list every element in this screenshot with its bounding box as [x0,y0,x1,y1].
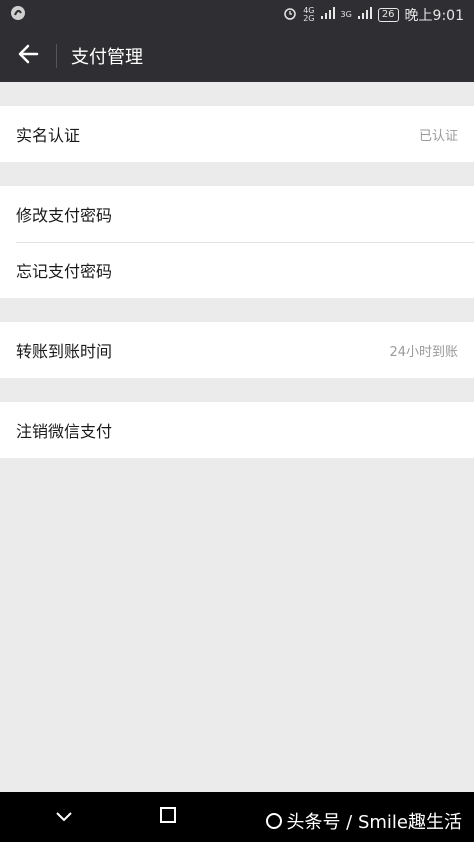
network-type-bottom: 2G [303,14,315,23]
row-label: 注销微信支付 [16,422,113,441]
status-bar-left [10,5,26,25]
nav-recents-button[interactable] [128,792,208,842]
circle-icon [266,813,283,829]
row-value: 已认证 [418,128,458,144]
group-deactivate: 注销微信支付 [0,402,474,458]
page-title: 支付管理 [71,47,143,68]
row-transfer-arrival-time[interactable]: 转账到账时间 24小时到账 [0,322,474,378]
back-button[interactable] [0,30,56,82]
row-deactivate-wechat-pay[interactable]: 注销微信支付 [0,402,474,458]
status-bar: 4G 2G 3G 26 晚上9:01 [0,0,474,30]
row-change-payment-password[interactable]: 修改支付密码 [0,186,474,242]
row-label: 忘记支付密码 [16,262,113,281]
row-label: 实名认证 [16,126,81,145]
row-label: 修改支付密码 [16,206,113,225]
battery-icon: 26 [377,8,399,22]
row-value: 24小时到账 [389,344,458,360]
app-bar: 支付管理 [0,30,474,82]
alarm-icon [283,6,297,24]
status-time: 晚上9:01 [404,8,464,24]
group-verification: 实名认证 已认证 [0,106,474,162]
network-type-3g: 3G [340,10,352,19]
group-transfer: 转账到账时间 24小时到账 [0,322,474,378]
signal-icon-2 [357,7,372,23]
row-real-name-verification[interactable]: 实名认证 已认证 [0,106,474,162]
watermark-text: 头条号 / Smile趣生活 [286,812,462,833]
arrow-left-icon [17,43,39,69]
notification-icon [10,5,26,25]
watermark: 头条号 / Smile趣生活 [266,808,462,834]
group-password: 修改支付密码 忘记支付密码 [0,186,474,298]
row-forgot-payment-password[interactable]: 忘记支付密码 [0,242,474,298]
square-icon [160,807,176,827]
status-bar-right: 4G 2G 3G 26 晚上9:01 [283,5,464,25]
nav-back-button[interactable] [24,792,104,842]
row-label: 转账到账时间 [16,342,113,361]
appbar-divider [56,44,57,68]
network-indicator: 4G 2G [303,7,314,23]
settings-list: 实名认证 已认证 修改支付密码 忘记支付密码 转账到账时间 24小时到账 注销微… [0,82,474,458]
chevron-down-icon [55,808,73,827]
signal-icon [320,7,335,23]
